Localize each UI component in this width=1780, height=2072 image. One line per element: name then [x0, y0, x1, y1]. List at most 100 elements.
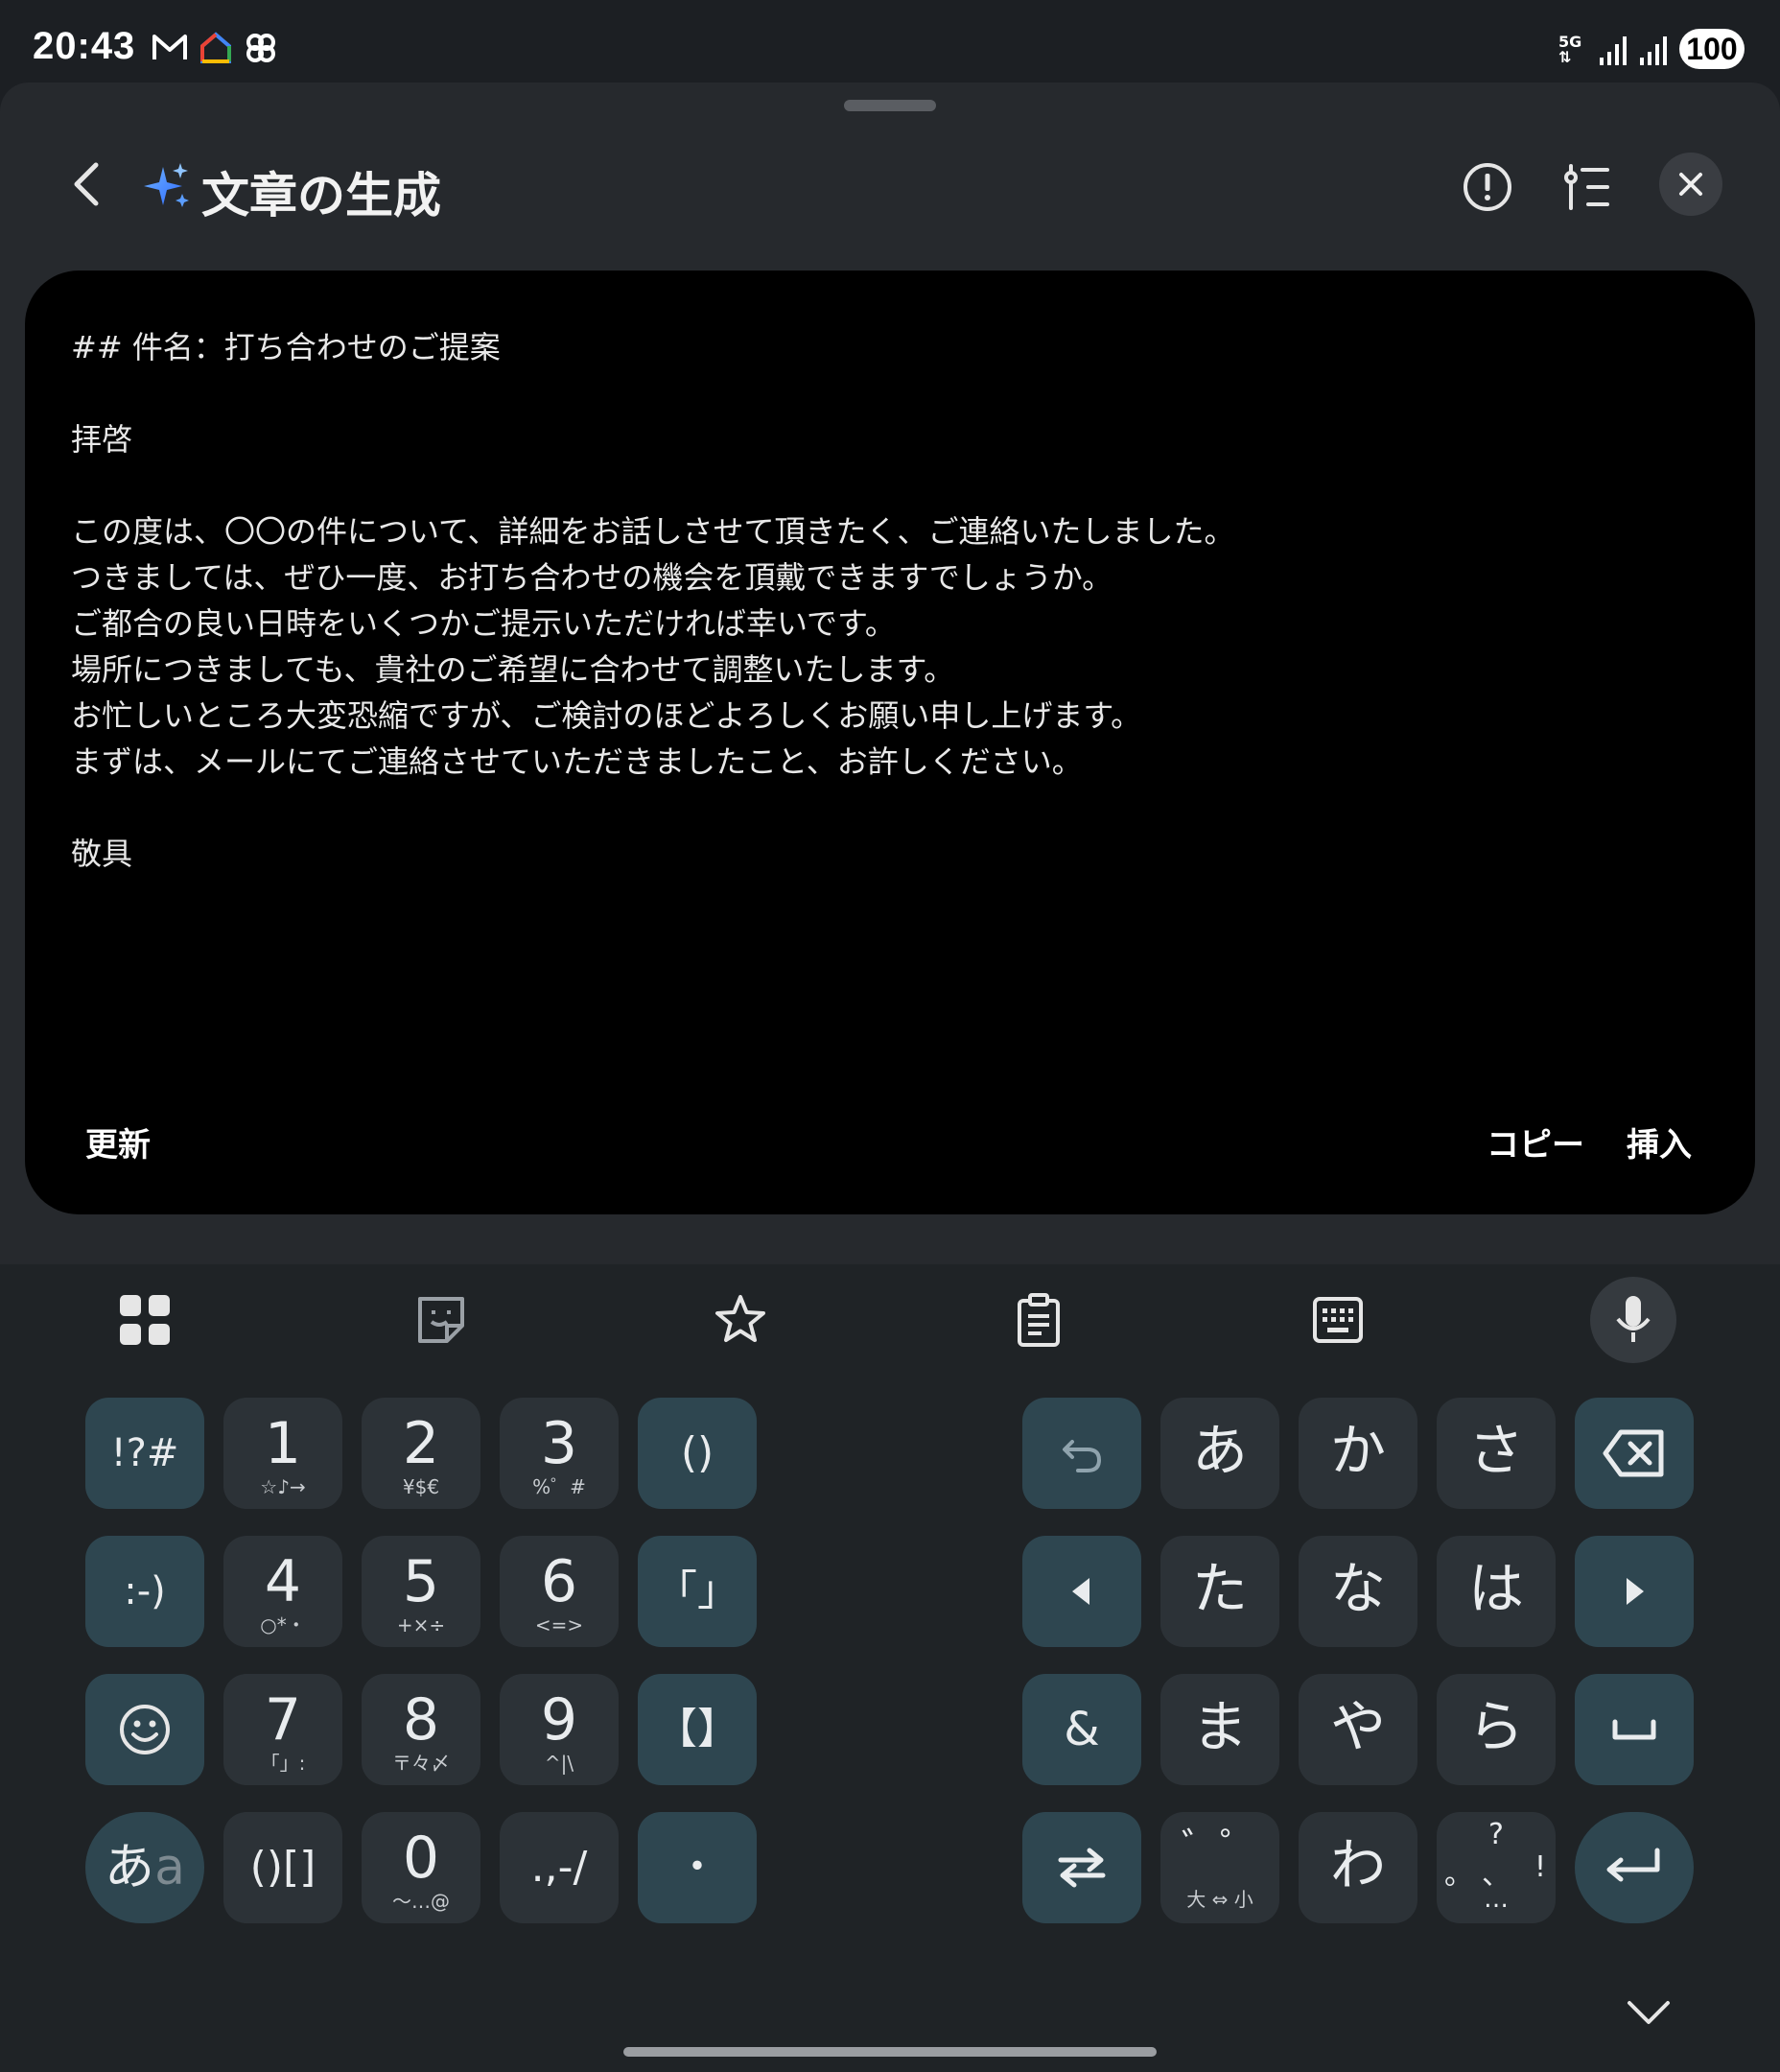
key-8[interactable]: 8 〒々〆	[362, 1674, 480, 1785]
key-ampersand[interactable]: &	[1022, 1674, 1141, 1785]
key-emoticon[interactable]: :-)	[85, 1536, 204, 1647]
key-symbols[interactable]: !?#	[85, 1398, 204, 1509]
key-swap[interactable]	[1022, 1812, 1141, 1923]
key-label: さ	[1467, 1418, 1524, 1483]
mode-latin: a	[154, 1839, 185, 1896]
key-label: 2	[402, 1410, 440, 1477]
key-ma[interactable]: ま	[1160, 1674, 1279, 1785]
key-label-top: ?	[1488, 1818, 1504, 1851]
key-sublabel: 〒々〆	[392, 1752, 450, 1775]
sticker-icon[interactable]	[412, 1291, 470, 1349]
keyboard-mode-icon[interactable]	[1309, 1291, 1367, 1349]
key-sublabel: <=>	[534, 1613, 584, 1636]
voice-input-button[interactable]	[1590, 1277, 1676, 1363]
info-icon	[1464, 163, 1511, 211]
key-ha[interactable]: は	[1437, 1536, 1556, 1647]
key-3[interactable]: 3 %゜#	[500, 1398, 619, 1509]
drag-handle[interactable]	[844, 100, 936, 111]
key-ta[interactable]: た	[1160, 1536, 1279, 1647]
key-label: 0	[402, 1825, 440, 1892]
key-na[interactable]: な	[1299, 1536, 1417, 1647]
key-6[interactable]: 6 <=>	[500, 1536, 619, 1647]
key-label: か	[1329, 1418, 1386, 1483]
key-punctuation-jp[interactable]: ? 。 、 ! …	[1437, 1812, 1556, 1923]
key-cursor-left[interactable]	[1022, 1536, 1141, 1647]
key-9[interactable]: 9 ^|\	[500, 1674, 619, 1785]
hide-keyboard-button[interactable]	[1625, 1995, 1673, 2032]
key-label: ゛゜	[1182, 1825, 1258, 1870]
key-sublabel: ○*・	[260, 1613, 306, 1636]
key-ya[interactable]: や	[1299, 1674, 1417, 1785]
network-type-indicator: 5G ⇅	[1558, 35, 1587, 69]
info-button[interactable]	[1453, 153, 1522, 222]
key-sa[interactable]: さ	[1437, 1398, 1556, 1509]
close-button[interactable]	[1659, 153, 1722, 216]
key-4[interactable]: 4 ○*・	[223, 1536, 342, 1647]
signal-icon-2	[1638, 33, 1671, 71]
key-label: 「」	[655, 1566, 739, 1615]
key-5[interactable]: 5 +×÷	[362, 1536, 480, 1647]
pinwheel-icon	[242, 29, 280, 67]
clipboard-icon[interactable]	[1010, 1291, 1067, 1349]
gesture-nav-bar[interactable]	[623, 2047, 1157, 2057]
subject-line: ## 件名：打ち合わせのご提案	[71, 329, 501, 365]
back-button[interactable]	[54, 150, 123, 219]
battery-indicator: 100	[1679, 29, 1745, 69]
key-emoji[interactable]	[85, 1674, 204, 1785]
key-parentheses[interactable]: ()	[638, 1398, 757, 1509]
data-arrows-icon: ⇅	[1558, 48, 1572, 66]
key-a[interactable]: あ	[1160, 1398, 1279, 1509]
key-label: .,-/	[530, 1843, 588, 1892]
key-label: ま	[1191, 1694, 1248, 1759]
back-icon	[74, 162, 99, 206]
key-7[interactable]: 7 「」:	[223, 1674, 342, 1785]
key-cursor-right[interactable]	[1575, 1536, 1694, 1647]
key-label: !?#	[110, 1431, 179, 1475]
favorites-star-icon[interactable]	[712, 1291, 769, 1349]
key-space[interactable]	[1575, 1674, 1694, 1785]
key-enter[interactable]	[1575, 1812, 1694, 1923]
key-sublabel: +×÷	[396, 1613, 446, 1636]
key-sublabel: ^|\	[544, 1752, 574, 1775]
key-1[interactable]: 1 ☆♪→	[223, 1398, 342, 1509]
key-corner-brackets[interactable]: 「」	[638, 1536, 757, 1647]
key-label: &	[1064, 1703, 1100, 1756]
key-ka[interactable]: か	[1299, 1398, 1417, 1509]
key-label: 8	[402, 1686, 440, 1754]
key-label: ()[]	[249, 1843, 316, 1892]
greeting-line: 拝啓	[71, 421, 133, 458]
key-ra[interactable]: ら	[1437, 1674, 1556, 1785]
arrow-left-icon	[1072, 1578, 1089, 1605]
input-mode-label: あa	[85, 1843, 204, 1893]
insert-button[interactable]: 挿入	[1627, 1118, 1692, 1166]
key-backspace[interactable]	[1575, 1398, 1694, 1509]
key-label: ・	[676, 1843, 718, 1892]
key-wa[interactable]: わ	[1299, 1812, 1417, 1923]
apps-grid-icon[interactable]	[116, 1291, 174, 1349]
key-undo[interactable]	[1022, 1398, 1141, 1509]
key-0[interactable]: 0 〜…@	[362, 1812, 480, 1923]
emoji-icon	[120, 1705, 170, 1754]
key-label: 【】	[655, 1705, 739, 1754]
tone-settings-icon	[1564, 164, 1609, 210]
key-2[interactable]: 2 ¥$€	[362, 1398, 480, 1509]
key-input-mode[interactable]: あa	[85, 1812, 204, 1923]
tone-settings-button[interactable]	[1554, 153, 1623, 222]
key-middle-dot[interactable]: ・	[638, 1812, 757, 1923]
key-label: た	[1191, 1556, 1248, 1621]
key-paren-bracket[interactable]: ()[]	[223, 1812, 342, 1923]
refresh-button[interactable]: 更新	[85, 1118, 151, 1166]
body-line: まずは、メールにてご連絡させていただきましたこと、お許しください。	[71, 743, 1083, 780]
key-dakuten[interactable]: ゛゜ 大 ⇔ 小	[1160, 1812, 1279, 1923]
key-label: 3	[540, 1410, 578, 1477]
key-sublabel: 大 ⇔ 小	[1186, 1888, 1253, 1911]
body-line: この度は、〇〇の件について、詳細をお話しさせて頂きたく、ご連絡いたしました。	[71, 513, 1235, 550]
close-icon	[1679, 173, 1702, 196]
key-lenticular-brackets[interactable]: 【】	[638, 1674, 757, 1785]
mode-kana: あ	[105, 1839, 155, 1896]
copy-button[interactable]: コピー	[1487, 1118, 1584, 1166]
backspace-icon	[1603, 1429, 1664, 1477]
key-label: 6	[540, 1548, 578, 1615]
key-label: あ	[1191, 1418, 1248, 1483]
key-punctuation[interactable]: .,-/	[500, 1812, 619, 1923]
